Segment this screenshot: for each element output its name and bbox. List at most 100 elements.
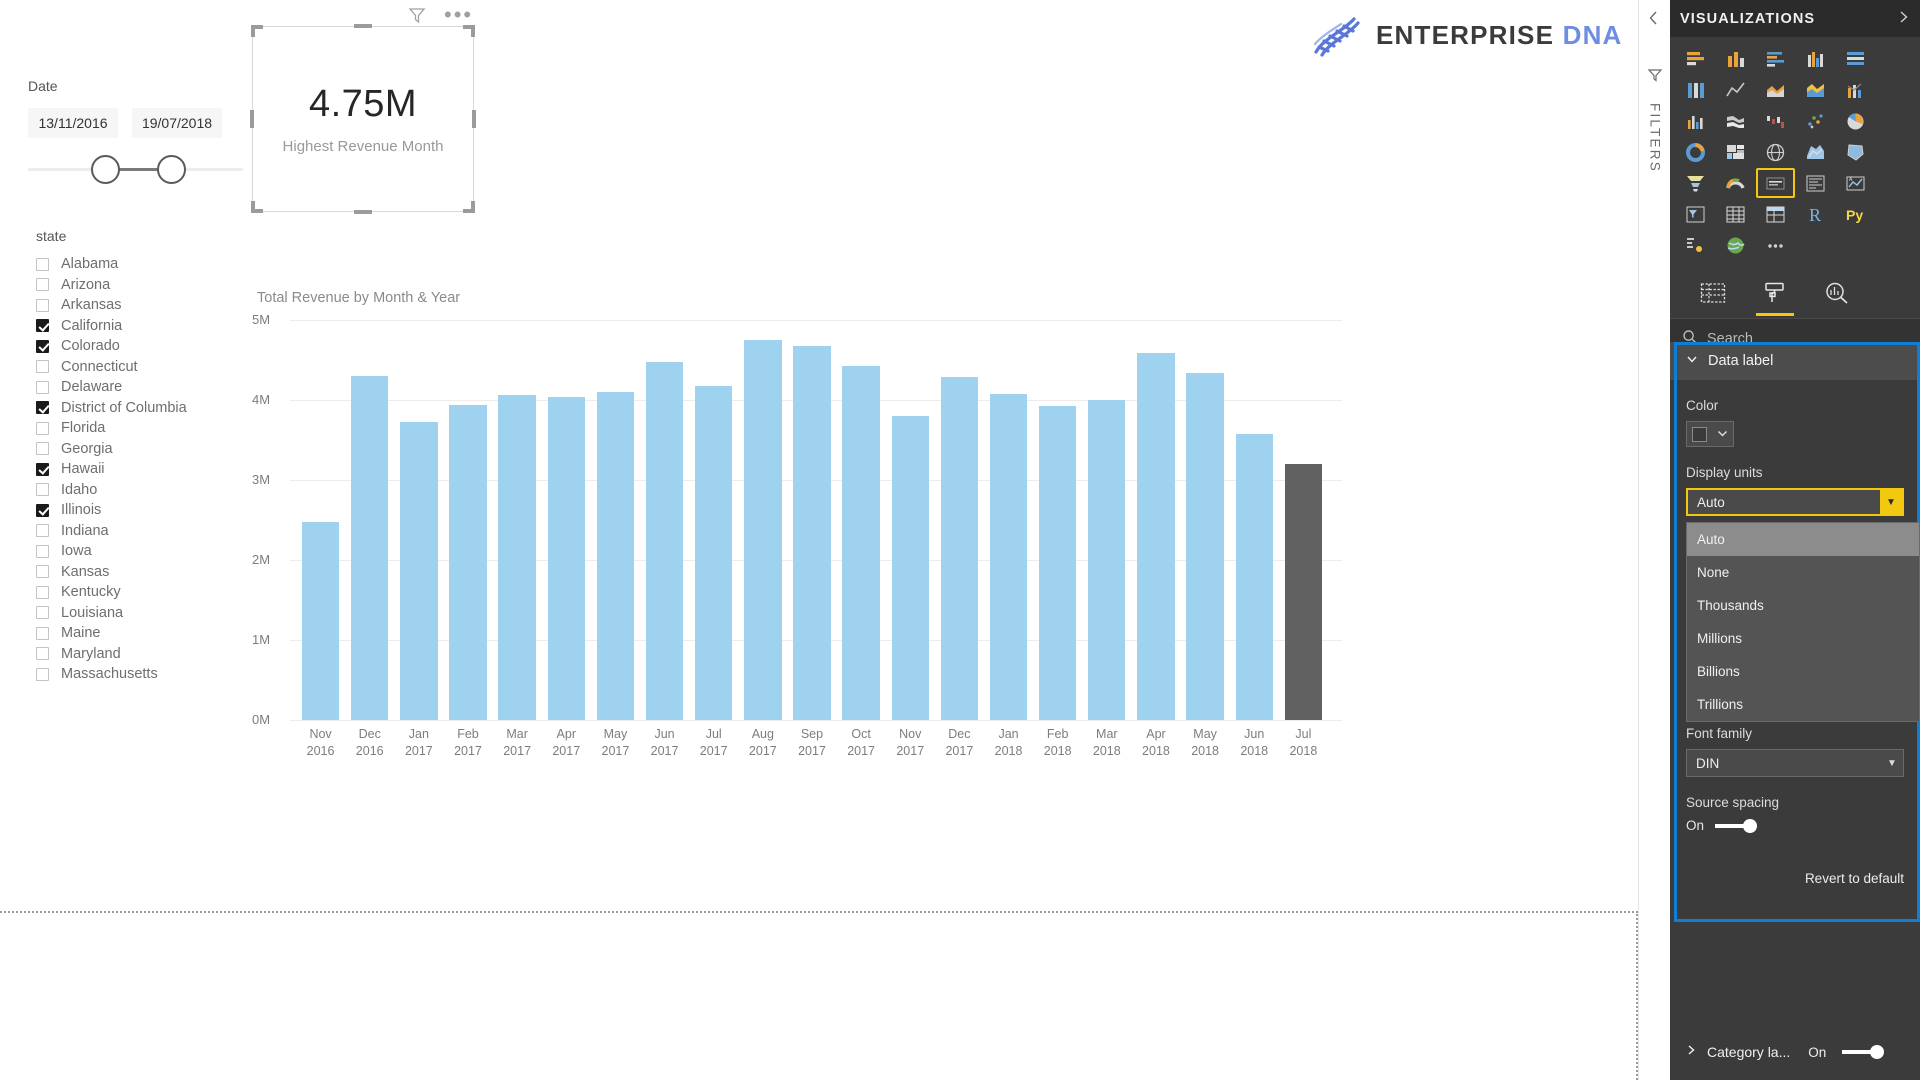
state-item-hawaii[interactable]: Hawaii: [36, 459, 256, 480]
arcgis-maps-icon[interactable]: [1716, 230, 1755, 260]
chart-bar[interactable]: [449, 404, 487, 720]
multi-row-card-icon[interactable]: [1796, 168, 1835, 198]
clustered-bar-chart-icon[interactable]: [1756, 44, 1795, 74]
area-chart-icon[interactable]: [1756, 75, 1795, 105]
resize-handle-top[interactable]: [354, 24, 372, 28]
resize-handle-right[interactable]: [472, 110, 476, 128]
state-checkbox[interactable]: [36, 401, 49, 415]
bar-slot[interactable]: [787, 320, 836, 720]
state-item-arizona[interactable]: Arizona: [36, 275, 256, 296]
bar-slot[interactable]: [345, 320, 394, 720]
bar-slot[interactable]: [984, 320, 1033, 720]
state-item-alabama[interactable]: Alabama: [36, 254, 256, 275]
chart-bar[interactable]: [645, 361, 684, 720]
treemap-icon[interactable]: [1716, 137, 1755, 167]
state-item-iowa[interactable]: Iowa: [36, 541, 256, 562]
resize-handle-left[interactable]: [250, 110, 254, 128]
state-checkbox[interactable]: [36, 667, 49, 681]
matrix-icon[interactable]: [1756, 199, 1795, 229]
bar-slot[interactable]: [935, 320, 984, 720]
bar-slot[interactable]: [1230, 320, 1279, 720]
revert-to-default-link[interactable]: Revert to default: [1670, 871, 1920, 886]
chart-bar[interactable]: [547, 396, 585, 720]
source-spacing-toggle-row[interactable]: On: [1686, 818, 1904, 833]
state-checkbox[interactable]: [36, 483, 49, 497]
chart-bar[interactable]: [498, 395, 536, 720]
bar-slot[interactable]: [493, 320, 542, 720]
key-influencers-icon[interactable]: [1676, 230, 1715, 260]
chart-bar[interactable]: [1137, 352, 1175, 720]
state-item-connecticut[interactable]: Connecticut: [36, 357, 256, 378]
bar-slot[interactable]: [640, 320, 689, 720]
state-checkbox[interactable]: [36, 524, 49, 538]
chart-bar[interactable]: [400, 422, 438, 720]
display-units-option-auto[interactable]: Auto: [1687, 523, 1919, 556]
slicer-icon[interactable]: [1676, 199, 1715, 229]
python-visual-icon[interactable]: Py: [1836, 199, 1875, 229]
bar-slot[interactable]: [738, 320, 787, 720]
map-icon[interactable]: [1756, 137, 1795, 167]
scatter-chart-icon[interactable]: [1796, 106, 1835, 136]
font-family-dropdown[interactable]: DIN ▼: [1686, 749, 1904, 777]
display-units-option-trillions[interactable]: Trillions: [1687, 688, 1919, 721]
bar-slot[interactable]: [1279, 320, 1328, 720]
state-checkbox[interactable]: [36, 298, 49, 312]
category-label-section-header[interactable]: Category la... On: [1674, 1034, 1920, 1070]
chart-bar[interactable]: [351, 376, 389, 720]
bar-slot[interactable]: [886, 320, 935, 720]
state-checkbox[interactable]: [36, 503, 49, 517]
chart-bar[interactable]: [1235, 433, 1273, 720]
line-and-clustered-column-chart-icon[interactable]: [1676, 106, 1715, 136]
chart-bar[interactable]: [695, 385, 733, 720]
more-options-ellipsis[interactable]: •••: [444, 4, 473, 26]
chart-bar[interactable]: [1088, 400, 1126, 720]
filled-map-icon[interactable]: [1796, 137, 1835, 167]
pie-chart-icon[interactable]: [1836, 106, 1875, 136]
state-checkbox[interactable]: [36, 421, 49, 435]
slider-handle-start[interactable]: [91, 155, 120, 184]
state-checkbox[interactable]: [36, 339, 49, 353]
chart-bar[interactable]: [940, 376, 979, 720]
state-checkbox[interactable]: [36, 544, 49, 558]
chart-bar[interactable]: [596, 392, 635, 720]
stacked-bar-chart-icon[interactable]: [1676, 44, 1715, 74]
resize-handle-top-right[interactable]: [463, 25, 475, 37]
state-item-illinois[interactable]: Illinois: [36, 500, 256, 521]
chart-bar[interactable]: [301, 521, 340, 720]
state-item-maryland[interactable]: Maryland: [36, 644, 256, 665]
bar-slot[interactable]: [443, 320, 492, 720]
state-checkbox[interactable]: [36, 360, 49, 374]
resize-handle-bottom[interactable]: [354, 210, 372, 214]
format-tab[interactable]: [1744, 272, 1806, 318]
state-checkbox[interactable]: [36, 442, 49, 456]
state-checkbox[interactable]: [36, 462, 49, 476]
chart-bar[interactable]: [744, 340, 782, 720]
resize-handle-top-left[interactable]: [251, 25, 263, 37]
donut-chart-icon[interactable]: [1676, 137, 1715, 167]
waterfall-chart-icon[interactable]: [1756, 106, 1795, 136]
state-item-kansas[interactable]: Kansas: [36, 562, 256, 583]
category-label-switch[interactable]: [1842, 1045, 1885, 1059]
filter-funnel-icon[interactable]: [408, 6, 426, 24]
more-visuals-ellipsis-icon[interactable]: [1756, 230, 1795, 260]
bar-slot[interactable]: [1082, 320, 1131, 720]
chevron-down-icon[interactable]: ▼: [1880, 489, 1902, 515]
chart-bar[interactable]: [1039, 405, 1077, 720]
resize-handle-bottom-right[interactable]: [463, 201, 475, 213]
display-units-option-millions[interactable]: Millions: [1687, 622, 1919, 655]
display-units-option-thousands[interactable]: Thousands: [1687, 589, 1919, 622]
bar-slot[interactable]: [542, 320, 591, 720]
date-end-input[interactable]: [132, 108, 222, 138]
display-units-option-billions[interactable]: Billions: [1687, 655, 1919, 688]
slider-handle-end[interactable]: [157, 155, 186, 184]
bar-slot[interactable]: [689, 320, 738, 720]
state-checkbox[interactable]: [36, 565, 49, 579]
stacked-column-chart-icon[interactable]: [1716, 44, 1755, 74]
table-icon[interactable]: [1716, 199, 1755, 229]
shape-map-icon[interactable]: [1836, 137, 1875, 167]
data-label-section-header[interactable]: Data label: [1670, 342, 1920, 380]
state-checkbox[interactable]: [36, 257, 49, 271]
state-checkbox[interactable]: [36, 606, 49, 620]
state-item-louisiana[interactable]: Louisiana: [36, 603, 256, 624]
state-item-georgia[interactable]: Georgia: [36, 439, 256, 460]
